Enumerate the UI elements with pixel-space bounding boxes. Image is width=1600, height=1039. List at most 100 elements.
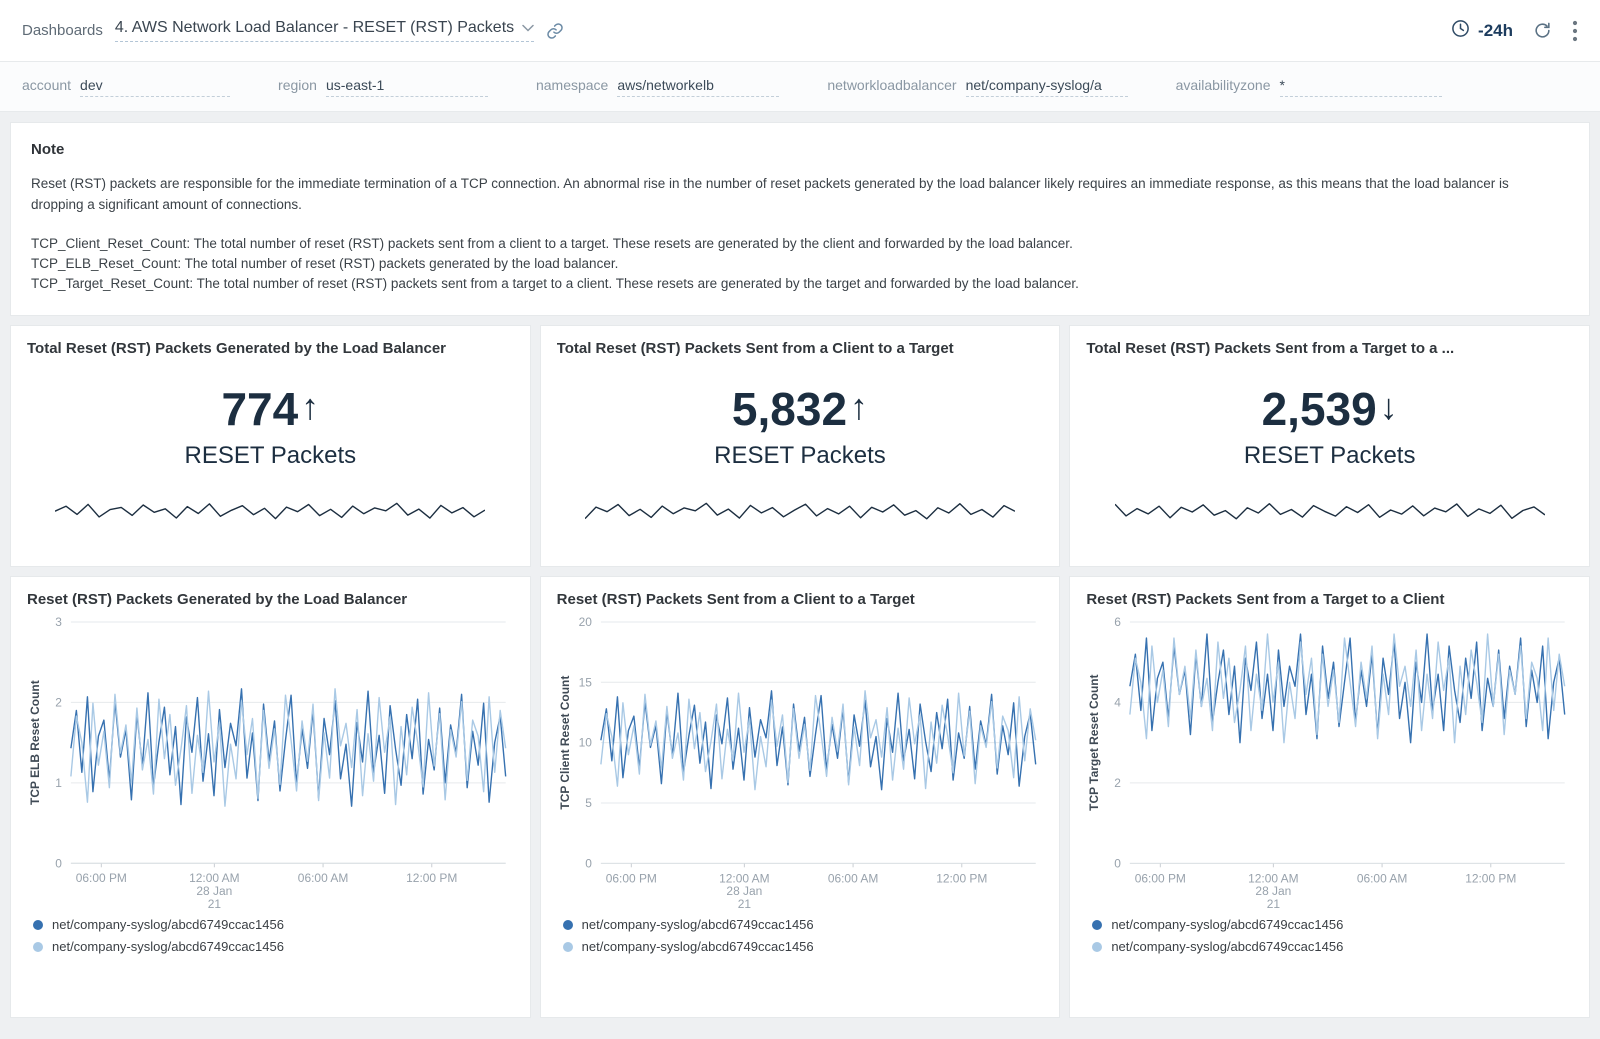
breadcrumb-dashboards[interactable]: Dashboards bbox=[22, 22, 103, 39]
legend-item-series-2[interactable]: net/company-syslog/abcd6749ccac1456 bbox=[1092, 939, 1573, 954]
chart-panel-target-to-client: Reset (RST) Packets Sent from a Target t… bbox=[1069, 576, 1590, 1018]
filter-value-input[interactable]: * bbox=[1280, 77, 1442, 97]
svg-text:06:00 PM: 06:00 PM bbox=[76, 871, 127, 885]
legend-label: net/company-syslog/abcd6749ccac1456 bbox=[52, 939, 284, 954]
svg-text:1: 1 bbox=[55, 776, 62, 790]
stat-value-row: 5,832 ↑ bbox=[732, 386, 868, 432]
legend-dot-dark bbox=[1092, 920, 1102, 930]
svg-text:6: 6 bbox=[1115, 615, 1122, 629]
legend-dot-light bbox=[33, 942, 43, 952]
filter-label: account bbox=[22, 77, 71, 93]
filter-label: availabilityzone bbox=[1176, 77, 1271, 93]
stat-value: 2,539 bbox=[1262, 386, 1377, 432]
trend-up-icon: ↑ bbox=[301, 389, 319, 425]
filter-account[interactable]: account dev bbox=[22, 77, 230, 97]
stat-unit: RESET Packets bbox=[714, 442, 886, 470]
filter-region[interactable]: region us-east-1 bbox=[278, 77, 488, 97]
stat-panels-row: Total Reset (RST) Packets Generated by t… bbox=[10, 325, 1590, 567]
panel-title: Reset (RST) Packets Sent from a Target t… bbox=[1086, 591, 1573, 608]
top-bar-left: Dashboards 4. AWS Network Load Balancer … bbox=[22, 19, 564, 42]
legend-item-series-1[interactable]: net/company-syslog/abcd6749ccac1456 bbox=[1092, 917, 1573, 932]
chart-legend: net/company-syslog/abcd6749ccac1456 net/… bbox=[557, 917, 1044, 954]
filter-value-input[interactable]: net/company-syslog/a bbox=[966, 77, 1128, 97]
svg-text:2: 2 bbox=[55, 695, 62, 709]
line-chart-target-reset[interactable]: 024606:00 PM12:00 AM28 Jan2106:00 AM12:0… bbox=[1086, 612, 1573, 915]
legend-item-series-2[interactable]: net/company-syslog/abcd6749ccac1456 bbox=[33, 939, 514, 954]
stat-value-row: 2,539 ↓ bbox=[1262, 386, 1398, 432]
share-link-icon[interactable] bbox=[546, 22, 564, 40]
filter-availabilityzone[interactable]: availabilityzone * bbox=[1176, 77, 1442, 97]
time-range-control[interactable]: -24h bbox=[1451, 19, 1513, 43]
legend-item-series-1[interactable]: net/company-syslog/abcd6749ccac1456 bbox=[563, 917, 1044, 932]
refresh-icon[interactable] bbox=[1533, 21, 1552, 40]
svg-text:2: 2 bbox=[1115, 776, 1122, 790]
chart-panel-lb-generated: Reset (RST) Packets Generated by the Loa… bbox=[10, 576, 531, 1018]
svg-text:12:00 PM: 12:00 PM bbox=[1466, 871, 1517, 885]
svg-text:4: 4 bbox=[1115, 695, 1122, 709]
svg-text:10: 10 bbox=[578, 736, 592, 750]
svg-text:12:00 PM: 12:00 PM bbox=[406, 871, 457, 885]
chevron-down-icon bbox=[522, 19, 534, 37]
svg-text:12:00 AM28 Jan21: 12:00 AM28 Jan21 bbox=[719, 871, 770, 911]
dashboard-title-selector[interactable]: 4. AWS Network Load Balancer - RESET (RS… bbox=[115, 19, 534, 42]
svg-text:06:00 AM: 06:00 AM bbox=[1357, 871, 1408, 885]
stat-unit: RESET Packets bbox=[1244, 442, 1416, 470]
svg-text:TCP ELB Reset Count: TCP ELB Reset Count bbox=[28, 680, 42, 805]
chart-legend: net/company-syslog/abcd6749ccac1456 net/… bbox=[27, 917, 514, 954]
stat-panel-lb-generated: Total Reset (RST) Packets Generated by t… bbox=[10, 325, 531, 567]
chart-panel-client-to-target: Reset (RST) Packets Sent from a Client t… bbox=[540, 576, 1061, 1018]
panel-title: Total Reset (RST) Packets Sent from a Cl… bbox=[557, 340, 1044, 357]
trend-down-icon: ↓ bbox=[1380, 389, 1398, 425]
legend-label: net/company-syslog/abcd6749ccac1456 bbox=[582, 939, 814, 954]
kebab-menu-icon[interactable] bbox=[1572, 20, 1578, 42]
filter-networkloadbalancer[interactable]: networkloadbalancer net/company-syslog/a bbox=[827, 77, 1127, 97]
panel-title: Total Reset (RST) Packets Generated by t… bbox=[27, 340, 514, 357]
filter-namespace[interactable]: namespace aws/networkelb bbox=[536, 77, 779, 97]
stat-value: 5,832 bbox=[732, 386, 847, 432]
svg-text:0: 0 bbox=[55, 856, 62, 870]
panel-title: Total Reset (RST) Packets Sent from a Ta… bbox=[1086, 340, 1573, 357]
line-chart-elb-reset[interactable]: 012306:00 PM12:00 AM28 Jan2106:00 AM12:0… bbox=[27, 612, 514, 915]
stat-unit: RESET Packets bbox=[185, 442, 357, 470]
svg-text:06:00 PM: 06:00 PM bbox=[605, 871, 656, 885]
chart-legend: net/company-syslog/abcd6749ccac1456 net/… bbox=[1086, 917, 1573, 954]
trend-up-icon: ↑ bbox=[850, 389, 868, 425]
filter-value-input[interactable]: dev bbox=[80, 77, 230, 97]
legend-item-series-1[interactable]: net/company-syslog/abcd6749ccac1456 bbox=[33, 917, 514, 932]
panel-title: Reset (RST) Packets Generated by the Loa… bbox=[27, 591, 514, 608]
dashboard-content: Note Reset (RST) packets are responsible… bbox=[0, 112, 1600, 1028]
sparkline bbox=[585, 498, 1015, 524]
sparkline bbox=[55, 498, 485, 524]
svg-text:5: 5 bbox=[585, 796, 592, 810]
legend-dot-dark bbox=[33, 920, 43, 930]
clock-icon bbox=[1451, 19, 1470, 43]
svg-text:12:00 PM: 12:00 PM bbox=[936, 871, 987, 885]
svg-text:TCP Client Reset Count: TCP Client Reset Count bbox=[558, 676, 572, 810]
svg-text:15: 15 bbox=[578, 675, 592, 689]
svg-text:06:00 PM: 06:00 PM bbox=[1135, 871, 1186, 885]
filter-label: networkloadbalancer bbox=[827, 77, 956, 93]
filter-label: namespace bbox=[536, 77, 608, 93]
legend-item-series-2[interactable]: net/company-syslog/abcd6749ccac1456 bbox=[563, 939, 1044, 954]
filter-bar: account dev region us-east-1 namespace a… bbox=[0, 62, 1600, 112]
filter-value-input[interactable]: aws/networkelb bbox=[617, 77, 779, 97]
panel-title: Reset (RST) Packets Sent from a Client t… bbox=[557, 591, 1044, 608]
definition-tcp-client: TCP_Client_Reset_Count: The total number… bbox=[31, 234, 1569, 254]
note-intro: Reset (RST) packets are responsible for … bbox=[31, 174, 1561, 216]
svg-text:3: 3 bbox=[55, 615, 62, 629]
stat-panel-client-to-target: Total Reset (RST) Packets Sent from a Cl… bbox=[540, 325, 1061, 567]
note-title: Note bbox=[31, 141, 1569, 158]
svg-text:20: 20 bbox=[578, 615, 592, 629]
note-panel: Note Reset (RST) packets are responsible… bbox=[10, 122, 1590, 316]
filter-value-input[interactable]: us-east-1 bbox=[326, 77, 488, 97]
stat-value: 774 bbox=[221, 386, 298, 432]
svg-text:0: 0 bbox=[1115, 856, 1122, 870]
chart-panels-row: Reset (RST) Packets Generated by the Loa… bbox=[10, 576, 1590, 1018]
line-chart-client-reset[interactable]: 0510152006:00 PM12:00 AM28 Jan2106:00 AM… bbox=[557, 612, 1044, 915]
stat-value-row: 774 ↑ bbox=[221, 386, 319, 432]
top-bar: Dashboards 4. AWS Network Load Balancer … bbox=[0, 0, 1600, 62]
stat-body: 5,832 ↑ RESET Packets bbox=[557, 357, 1044, 552]
stat-panel-target-to-client: Total Reset (RST) Packets Sent from a Ta… bbox=[1069, 325, 1590, 567]
sparkline bbox=[1115, 498, 1545, 524]
svg-text:TCP Target Reset Count: TCP Target Reset Count bbox=[1087, 674, 1101, 810]
